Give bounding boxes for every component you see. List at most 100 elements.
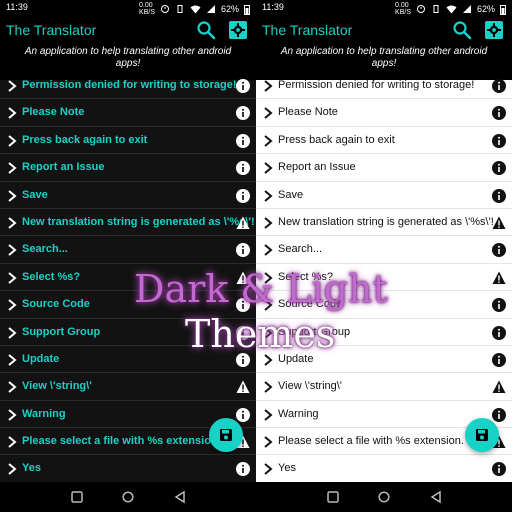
chevron-right-icon: [264, 381, 273, 394]
list-item[interactable]: Source Code: [256, 291, 512, 319]
list-item[interactable]: New translation string is generated as \…: [256, 209, 512, 237]
list-item-label: Select %s?: [22, 270, 81, 283]
list-item-label: Search...: [22, 243, 68, 256]
list-item-label: Support Group: [22, 325, 101, 338]
list-item-label: Search...: [278, 243, 323, 256]
list-item[interactable]: Yes: [0, 455, 256, 482]
list-item-label: New translation string is generated as \…: [22, 215, 255, 228]
back-triangle-icon[interactable]: [429, 490, 443, 504]
battery-percent: 62%: [220, 4, 239, 14]
back-triangle-icon[interactable]: [173, 490, 187, 504]
list-item-label: Report an Issue: [278, 161, 356, 174]
info-icon: [236, 243, 250, 258]
list-item[interactable]: View \'string\': [0, 373, 256, 401]
info-icon: [236, 133, 250, 148]
info-icon: [492, 133, 506, 148]
list-item[interactable]: Permission denied for writing to storage…: [256, 72, 512, 100]
list-item[interactable]: Yes: [256, 455, 512, 482]
battery-icon: [500, 4, 506, 15]
chevron-right-icon: [8, 326, 17, 339]
list-item-label: Update: [22, 352, 60, 365]
chevron-right-icon: [264, 135, 273, 147]
list-item[interactable]: New translation string is generated as \…: [0, 209, 256, 237]
list-item-label: Select %s?: [278, 270, 334, 283]
list-item[interactable]: Source Code: [0, 291, 256, 319]
chevron-right-icon: [264, 299, 273, 311]
chevron-right-icon: [8, 299, 17, 311]
save-fab[interactable]: [209, 418, 243, 452]
info-icon: [492, 325, 506, 340]
list-item[interactable]: Select %s?: [256, 264, 512, 292]
search-button[interactable]: [452, 20, 472, 40]
wifi-icon: [446, 5, 457, 14]
list-item[interactable]: Report an Issue: [0, 154, 256, 182]
chevron-right-icon: [8, 381, 17, 394]
chevron-right-icon: [264, 162, 273, 174]
chevron-right-icon: [8, 463, 17, 476]
info-icon: [236, 325, 250, 340]
data-speed: 0.00 KB/S: [139, 2, 155, 16]
list-item[interactable]: Please Note: [256, 99, 512, 127]
list-item[interactable]: Report an Issue: [256, 154, 512, 182]
list-item[interactable]: Save: [0, 182, 256, 209]
list-item[interactable]: Select %s?: [0, 264, 256, 292]
status-right: 0.00 KB/S 62%: [139, 2, 250, 16]
wifi-icon: [190, 5, 201, 14]
data-speed-value: 0.00: [139, 2, 153, 9]
chevron-right-icon: [264, 244, 273, 257]
list-item[interactable]: Search...: [0, 236, 256, 264]
list-item-label: Press back again to exit: [278, 133, 395, 146]
square-icon[interactable]: [70, 490, 84, 504]
chevron-right-icon: [8, 135, 17, 147]
chevron-right-icon: [264, 408, 273, 421]
list-item[interactable]: Please Note: [0, 99, 256, 127]
save-fab[interactable]: [465, 418, 499, 452]
list-item[interactable]: View \'string\': [256, 373, 512, 401]
search-button[interactable]: [196, 20, 216, 40]
data-speed: 0.00 KB/S: [395, 2, 411, 16]
list-item-label: Save: [278, 188, 304, 201]
info-icon: [492, 79, 506, 93]
circle-icon[interactable]: [377, 490, 391, 504]
list-item[interactable]: Save: [256, 182, 512, 209]
alarm-icon: [160, 5, 169, 13]
list-item[interactable]: Update: [0, 346, 256, 374]
list-item[interactable]: Permission denied for writing to storage…: [0, 72, 256, 100]
list-item-label: Permission denied for writing to storage…: [278, 79, 475, 91]
system-nav-bar: [256, 482, 512, 512]
info-icon: [236, 188, 250, 203]
list-item[interactable]: Press back again to exit: [256, 127, 512, 155]
list-item-label: Support Group: [278, 325, 351, 338]
info-icon: [236, 462, 250, 477]
settings-button[interactable]: [228, 20, 248, 40]
alarm-icon: [416, 5, 425, 13]
app-title: The Translator: [6, 22, 97, 38]
list-item[interactable]: Search...: [256, 236, 512, 264]
chevron-right-icon: [264, 80, 273, 92]
list-item-label: Please select a file with %s extension.: [22, 435, 221, 448]
save-icon: [220, 429, 232, 441]
info-icon: [492, 106, 506, 121]
chevron-right-icon: [264, 189, 273, 202]
list-item[interactable]: Support Group: [256, 319, 512, 346]
square-icon[interactable]: [326, 490, 340, 504]
list-item-label: Report an Issue: [22, 161, 105, 174]
save-icon: [476, 429, 488, 441]
list-item-label: Yes: [278, 462, 296, 475]
signal-icon: [462, 5, 471, 13]
chevron-right-icon: [8, 271, 17, 284]
circle-icon[interactable]: [121, 490, 135, 504]
search-icon: [453, 21, 472, 40]
list-item[interactable]: Support Group: [0, 319, 256, 346]
list-item-label: Yes: [22, 462, 41, 475]
list-item-label: Update: [278, 352, 314, 365]
chevron-right-icon: [8, 107, 17, 120]
battery-percent: 62%: [476, 4, 495, 14]
list-item[interactable]: Press back again to exit: [0, 127, 256, 155]
chevron-right-icon: [264, 354, 273, 366]
chevron-right-icon: [264, 463, 273, 476]
chevron-right-icon: [8, 244, 17, 257]
app-subtitle: An application to help translating other…: [280, 46, 488, 69]
settings-button[interactable]: [484, 20, 504, 40]
list-item[interactable]: Update: [256, 346, 512, 374]
